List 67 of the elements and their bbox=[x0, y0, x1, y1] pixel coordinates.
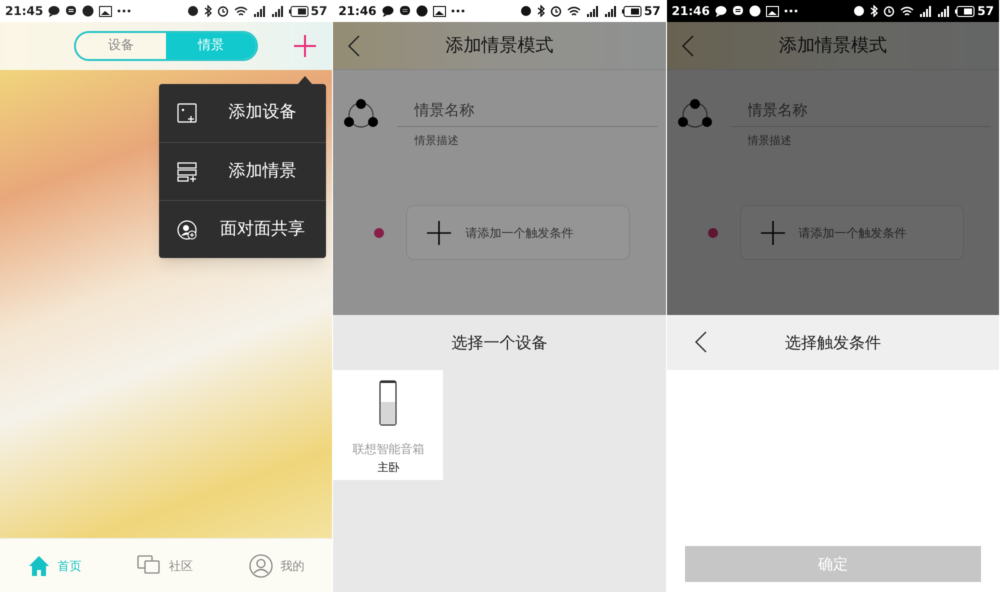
list-plus-icon bbox=[177, 162, 197, 182]
wifi-icon bbox=[234, 6, 248, 16]
bluetooth-icon bbox=[204, 5, 212, 17]
plus-icon[interactable] bbox=[293, 34, 318, 58]
nav-tab[interactable]: 我的 bbox=[248, 554, 305, 578]
menu-item[interactable]: 添加设备 bbox=[159, 84, 326, 142]
plus-icon bbox=[427, 220, 452, 244]
sheet-title: 选择一个设备 bbox=[451, 332, 548, 354]
status-time: 21:46 bbox=[338, 3, 377, 20]
alarm-clock-icon bbox=[550, 5, 562, 17]
page-title: 添加情景模式 bbox=[445, 34, 554, 58]
wifi-icon bbox=[566, 6, 581, 16]
signal-icon bbox=[586, 6, 599, 16]
menu-item[interactable]: 添加情景 bbox=[159, 142, 326, 200]
device-room: 主卧 bbox=[377, 460, 400, 476]
signal-icon bbox=[270, 6, 284, 16]
more-notifications-icon bbox=[450, 9, 465, 13]
add-trigger-button[interactable]: 请添加一个触发条件 bbox=[740, 205, 964, 260]
segment-tab[interactable]: 情景 bbox=[166, 33, 256, 59]
scene-description-field[interactable]: 情景描述 bbox=[397, 133, 658, 149]
message-icon bbox=[65, 5, 78, 17]
nav-tab[interactable]: 首页 bbox=[28, 554, 82, 576]
plus-icon bbox=[760, 220, 785, 244]
page-title: 添加情景模式 bbox=[778, 34, 887, 58]
chat-bubble-icon bbox=[48, 5, 60, 17]
speaker-icon bbox=[379, 380, 398, 426]
message-icon bbox=[732, 5, 744, 17]
battery-icon bbox=[622, 6, 642, 16]
alarm-clock-icon bbox=[883, 5, 896, 17]
scene-description-field[interactable]: 情景描述 bbox=[730, 133, 991, 149]
back-icon[interactable] bbox=[348, 35, 360, 57]
picture-icon bbox=[99, 6, 112, 16]
home-icon bbox=[28, 554, 50, 576]
more-notifications-icon bbox=[784, 9, 798, 13]
status-time: 21:45 bbox=[5, 3, 44, 20]
chat-bubbles-icon bbox=[137, 554, 162, 576]
status-time: 21:46 bbox=[672, 3, 710, 20]
battery-level: 57 bbox=[310, 3, 328, 20]
square-plus-icon bbox=[177, 103, 197, 123]
chat-bubble-icon bbox=[382, 5, 394, 17]
picture-icon bbox=[432, 6, 446, 16]
more-notifications-icon bbox=[117, 9, 132, 13]
add-trigger-button[interactable]: 请添加一个触发条件 bbox=[406, 205, 630, 260]
user-plus-icon bbox=[177, 220, 197, 240]
device-tile[interactable]: 联想智能音箱 主卧 bbox=[333, 370, 444, 480]
battery-level: 57 bbox=[644, 3, 661, 20]
picture-icon bbox=[766, 6, 779, 16]
signal-icon bbox=[604, 6, 617, 16]
signal-icon bbox=[937, 6, 950, 16]
signal-icon bbox=[252, 6, 266, 16]
sheet-title: 选择触发条件 bbox=[784, 332, 881, 354]
message-icon bbox=[398, 5, 411, 17]
bluetooth-icon bbox=[870, 5, 878, 17]
device-name: 联想智能音箱 bbox=[352, 441, 424, 458]
segment-tab[interactable]: 设备 bbox=[76, 33, 166, 59]
nav-tab[interactable]: 社区 bbox=[137, 554, 194, 576]
battery-icon bbox=[288, 6, 309, 16]
user-icon bbox=[248, 554, 273, 578]
chat-bubble-icon bbox=[714, 5, 727, 17]
battery-level: 57 bbox=[977, 3, 994, 20]
alarm-clock-icon bbox=[216, 5, 229, 17]
bluetooth-icon bbox=[536, 5, 545, 17]
signal-icon bbox=[919, 6, 932, 16]
menu-item[interactable]: 面对面共享 bbox=[159, 200, 326, 258]
wifi-icon bbox=[900, 6, 914, 16]
back-icon[interactable] bbox=[694, 331, 707, 353]
battery-icon bbox=[955, 6, 976, 16]
